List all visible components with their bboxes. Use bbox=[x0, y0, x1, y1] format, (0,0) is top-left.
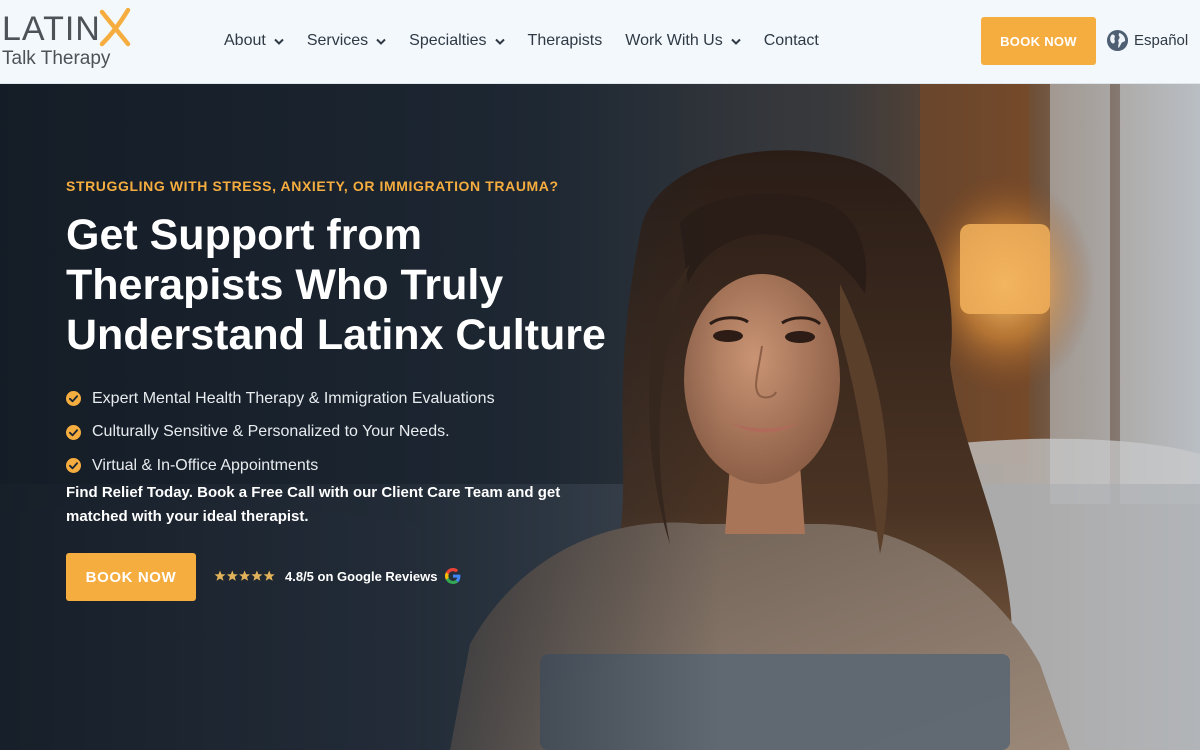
chevron-down-icon bbox=[731, 38, 741, 45]
bullet-text: Expert Mental Health Therapy & Immigrati… bbox=[92, 389, 495, 407]
logo-x-mark bbox=[99, 8, 131, 47]
bullet-item: Expert Mental Health Therapy & Immigrati… bbox=[66, 382, 495, 416]
nav-contact[interactable]: Contact bbox=[764, 32, 819, 50]
nav-label: Therapists bbox=[527, 32, 603, 49]
hero-eyebrow: STRUGGLING WITH STRESS, ANXIETY, OR IMMI… bbox=[66, 178, 559, 194]
check-circle-icon bbox=[66, 458, 81, 474]
reviews-rating-text: 4.8/5 on Google Reviews bbox=[285, 568, 438, 584]
nav-therapists[interactable]: Therapists bbox=[528, 32, 603, 50]
bullet-text: Virtual & In-Office Appointments bbox=[92, 456, 319, 474]
headline-line: Therapists Who Truly bbox=[66, 261, 504, 309]
check-circle-icon bbox=[66, 424, 81, 440]
nav-about[interactable]: About bbox=[224, 32, 284, 50]
chevron-down-icon bbox=[494, 38, 505, 45]
chevron-down-icon bbox=[274, 38, 284, 45]
nav-work-with-us[interactable]: Work With Us bbox=[625, 32, 741, 50]
logo-subtitle: Talk Therapy bbox=[2, 48, 111, 69]
hero-section: STRUGGLING WITH STRESS, ANXIETY, OR IMMI… bbox=[0, 84, 1200, 750]
nav-label: Services bbox=[306, 32, 369, 49]
logo-wordmark: LATIN bbox=[2, 10, 101, 48]
hero-bullet-list: Expert Mental Health Therapy & Immigrati… bbox=[66, 382, 495, 483]
check-circle-icon bbox=[66, 391, 81, 407]
language-switcher[interactable]: Español bbox=[1106, 29, 1188, 52]
bullet-item: Virtual & In-Office Appointments bbox=[66, 449, 495, 483]
chevron-down-icon bbox=[376, 38, 386, 45]
globe-icon bbox=[1106, 29, 1129, 52]
nav-label: Work With Us bbox=[625, 32, 723, 49]
nav-services[interactable]: Services bbox=[307, 32, 386, 50]
hero-headline: Get Support from Therapists Who Truly Un… bbox=[66, 210, 706, 360]
bullet-item: Culturally Sensitive & Personalized to Y… bbox=[66, 416, 495, 450]
site-header: LATIN Talk Therapy About Services Specia… bbox=[0, 0, 1200, 84]
hero-relief-text: Find Relief Today. Book a Free Call with… bbox=[66, 484, 561, 525]
google-icon bbox=[445, 568, 461, 584]
logo[interactable]: LATIN Talk Therapy bbox=[2, 8, 142, 76]
nav-label: About bbox=[224, 32, 266, 49]
nav-label: Contact bbox=[763, 32, 819, 49]
five-stars-icon bbox=[214, 570, 275, 581]
book-now-header-button[interactable]: BOOK NOW bbox=[981, 17, 1096, 65]
nav-specialties[interactable]: Specialties bbox=[409, 32, 505, 50]
bullet-text: Culturally Sensitive & Personalized to Y… bbox=[92, 423, 450, 441]
book-now-hero-button[interactable]: BOOK NOW bbox=[66, 553, 196, 601]
nav-label: Specialties bbox=[409, 32, 487, 49]
language-label: Español bbox=[1134, 32, 1189, 49]
headline-line: Understand Latinx Culture bbox=[66, 311, 606, 359]
google-reviews-badge[interactable]: 4.8/5 on Google Reviews bbox=[214, 568, 461, 584]
main-nav: About Services Specialties Therapists Wo… bbox=[224, 30, 842, 52]
headline-line: Get Support from bbox=[66, 211, 422, 259]
